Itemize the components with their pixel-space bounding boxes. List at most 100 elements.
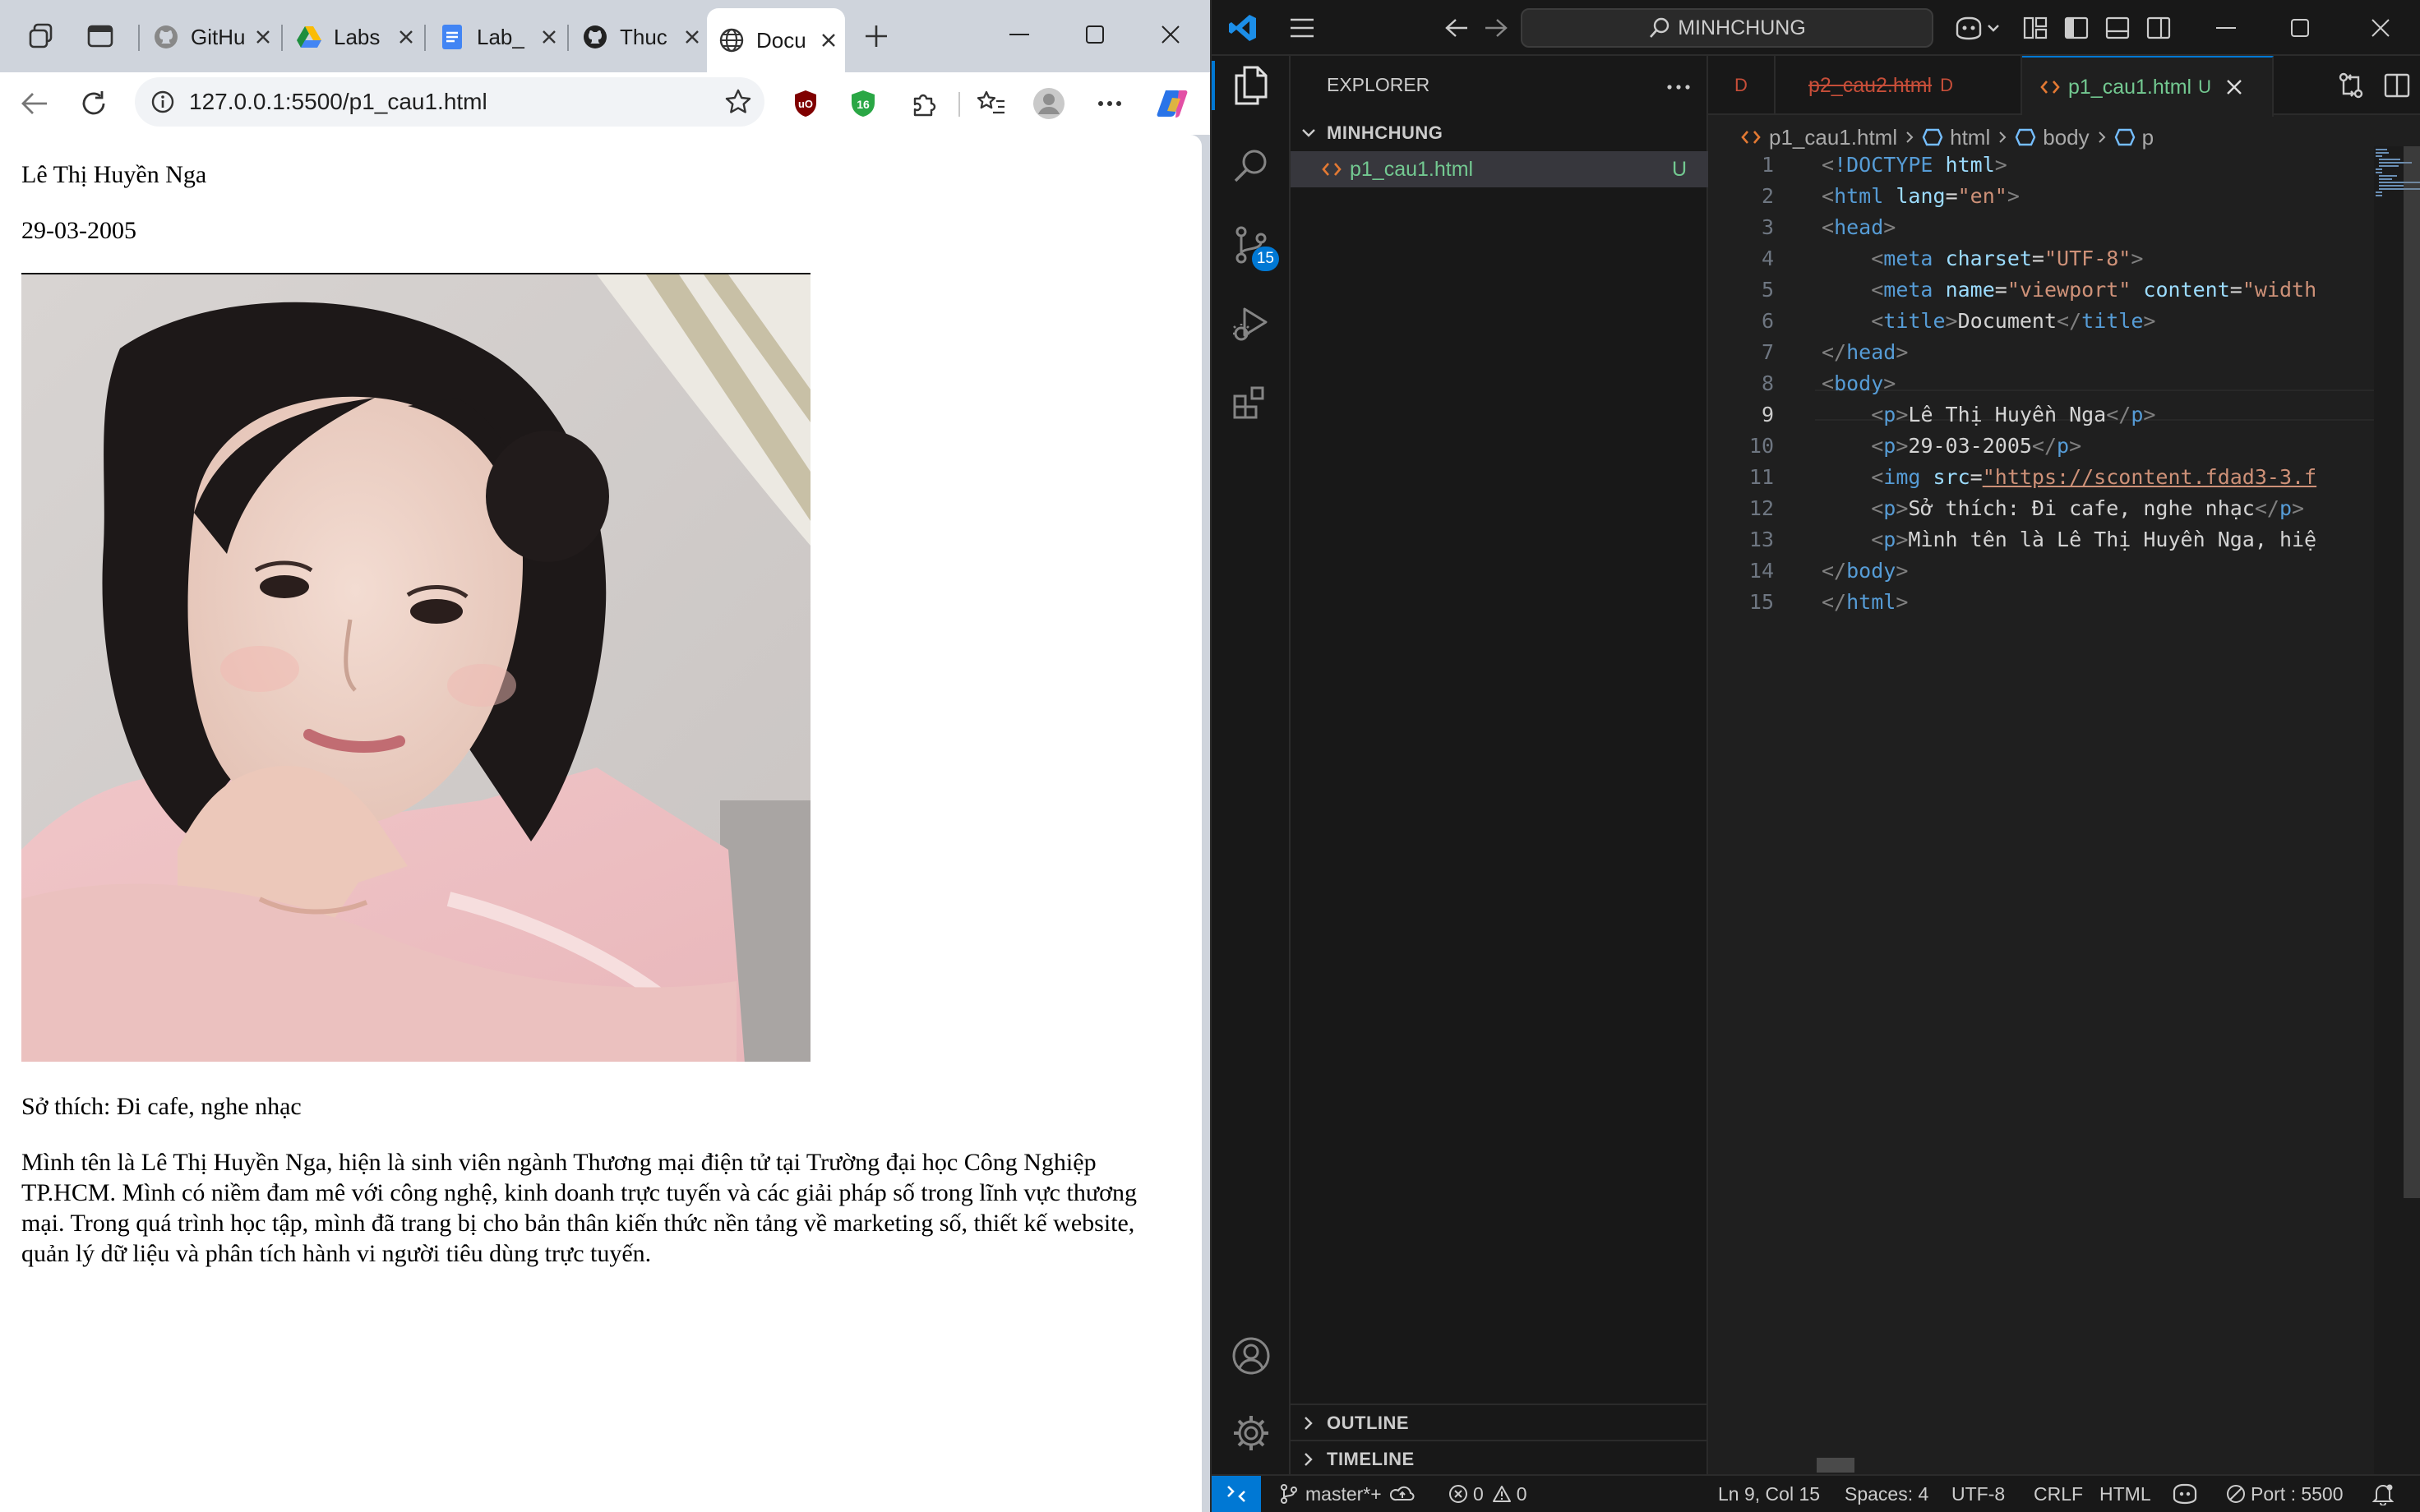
favorite-star-icon[interactable]	[717, 81, 760, 123]
no-entry-icon	[2227, 1485, 2245, 1503]
run-debug-icon[interactable]	[1212, 284, 1291, 363]
info-icon[interactable]	[146, 85, 179, 118]
extensions-icon[interactable]	[1212, 363, 1291, 442]
line-number: 13	[1748, 528, 1774, 551]
layout-customize-icon[interactable]	[2016, 8, 2055, 48]
breadcrumb-body[interactable]: body	[2043, 125, 2089, 150]
breadcrumb-p[interactable]: p	[2142, 125, 2154, 150]
indentation-status[interactable]: Spaces: 4	[1845, 1476, 1928, 1512]
maximize-icon[interactable]	[1057, 0, 1133, 69]
close-window-icon[interactable]	[2361, 8, 2400, 48]
breadcrumb-file[interactable]: p1_cau1.html	[1769, 125, 1897, 150]
address-bar[interactable]: 127.0.0.1:5500/p1_cau1.html	[135, 77, 764, 127]
toggle-primary-sidebar-icon[interactable]	[2057, 8, 2096, 48]
editor-tab-p2-cau2[interactable]: p2_cau2.html D	[1776, 56, 2022, 115]
minimize-icon[interactable]	[981, 0, 1057, 69]
editor-tab-deleted[interactable]: D	[1708, 56, 1776, 115]
close-icon[interactable]	[390, 21, 423, 53]
vertical-tabs-icon[interactable]	[79, 15, 122, 58]
globe-icon	[718, 27, 745, 53]
new-tab-plus-icon[interactable]	[855, 15, 898, 58]
browser-tab-lab-doc[interactable]: Lab_	[427, 12, 566, 62]
extensions-puzzle-icon[interactable]	[903, 82, 945, 125]
browser-tab-github[interactable]: GitHub	[141, 12, 279, 62]
cursor-position[interactable]: Ln 9, Col 15	[1718, 1476, 1820, 1512]
cloud-sync-icon[interactable]	[1389, 1485, 1415, 1503]
git-branch-icon	[1281, 1484, 1297, 1504]
folder-section-minhchung[interactable]: MINHCHUNG	[1291, 115, 1708, 151]
go-forward-icon[interactable]	[1476, 8, 1516, 48]
problems-status[interactable]: 0 0	[1448, 1476, 1527, 1512]
accounts-icon[interactable]	[1212, 1316, 1291, 1395]
tab-status: U	[2198, 76, 2211, 97]
extension-badge: 16	[857, 98, 870, 111]
breadcrumb-html[interactable]: html	[1950, 125, 1990, 150]
horizontal-scrollbar-thumb[interactable]	[1817, 1458, 1854, 1473]
language-mode-status[interactable]: HTML	[2099, 1476, 2151, 1512]
code-text-dob: 29-03-2005	[1908, 434, 2032, 458]
google-docs-icon	[439, 24, 465, 50]
more-actions-icon[interactable]	[1662, 71, 1695, 104]
toggle-secondary-sidebar-icon[interactable]	[2139, 8, 2178, 48]
code-editor[interactable]: 1 2 3 4 5 6 7 8 9 10 11 12 13 14 15 <!DO…	[1708, 150, 2420, 741]
go-back-icon[interactable]	[1437, 8, 1476, 48]
shield-extension-icon[interactable]: 16	[842, 82, 884, 125]
copilot-menu-icon[interactable]	[1948, 8, 2006, 48]
line-number-current: 9	[1761, 403, 1774, 426]
outline-section[interactable]: OUTLINE	[1291, 1405, 1708, 1441]
code-line: <meta name="viewport" content="width	[1871, 278, 2317, 302]
workspaces-icon[interactable]	[20, 15, 62, 58]
maximize-icon[interactable]	[2280, 8, 2320, 48]
line-number: 8	[1761, 371, 1774, 395]
compare-changes-icon[interactable]	[2333, 67, 2369, 104]
split-editor-icon[interactable]	[2379, 67, 2415, 104]
chevron-right-icon	[1905, 131, 1914, 144]
code-img-url[interactable]: "https://scontent.fdad3-3.f	[1983, 465, 2316, 489]
refresh-icon[interactable]	[72, 82, 115, 125]
settings-gear-icon[interactable]	[1212, 1394, 1291, 1473]
profile-avatar[interactable]	[1028, 82, 1070, 125]
editor-vertical-scrollbar[interactable]	[2404, 146, 2420, 1198]
line-number: 3	[1761, 215, 1774, 239]
browser-tab-thuc[interactable]: Thuc	[570, 12, 709, 62]
back-arrow-icon[interactable]	[13, 82, 56, 125]
line-number: 5	[1761, 278, 1774, 302]
code-line: </head>	[1822, 340, 1909, 364]
favorites-collection-icon[interactable]	[970, 82, 1013, 125]
toggle-panel-icon[interactable]	[2098, 8, 2137, 48]
encoding-status[interactable]: UTF-8	[1951, 1476, 2005, 1512]
notifications-bell-icon[interactable]	[2372, 1476, 2394, 1512]
browser-tab-labs[interactable]: Labs	[284, 12, 423, 62]
browser-tab-document-active[interactable]: Docu	[707, 8, 845, 72]
copilot-status-icon[interactable]	[2172, 1476, 2198, 1512]
eol-status[interactable]: CRLF	[2034, 1476, 2083, 1512]
close-window-icon[interactable]	[1133, 0, 1208, 69]
timeline-section[interactable]: TIMELINE	[1291, 1441, 1708, 1477]
ublock-origin-icon[interactable]: uO	[784, 82, 827, 125]
editor-tab-p1-cau1-active[interactable]: p1_cau1.html U	[2022, 56, 2274, 117]
file-name: p1_cau1.html	[1350, 157, 1474, 181]
command-center-search[interactable]: MINHCHUNG	[1521, 8, 1933, 48]
close-icon[interactable]	[812, 24, 845, 57]
branch-name: master*+	[1305, 1482, 1382, 1505]
tab-status: D	[1734, 75, 1748, 95]
git-branch-status[interactable]: master*+	[1279, 1476, 1415, 1512]
close-icon[interactable]	[2226, 79, 2242, 95]
close-icon[interactable]	[676, 21, 709, 53]
live-server-port-status[interactable]: Port : 5500	[2226, 1476, 2344, 1512]
more-options-icon[interactable]	[1088, 82, 1131, 125]
menu-hamburger-icon[interactable]	[1282, 8, 1322, 48]
status-bar: master*+ 0 0 Ln 9, Col 15 Spaces: 4 UTF-…	[1212, 1474, 2420, 1512]
source-control-icon[interactable]: 15	[1212, 205, 1291, 284]
browser-tab-label: Lab_	[477, 24, 524, 49]
explorer-file-p1-cau1[interactable]: p1_cau1.html U	[1291, 151, 1708, 187]
minimize-icon[interactable]	[2206, 8, 2246, 48]
line-number: 12	[1748, 496, 1774, 520]
search-icon[interactable]	[1212, 127, 1291, 205]
remote-indicator-icon[interactable]	[1212, 1476, 1261, 1512]
close-icon[interactable]	[247, 21, 279, 53]
svg-text:uO: uO	[798, 98, 813, 110]
close-icon[interactable]	[533, 21, 566, 53]
explorer-files-icon[interactable]	[1212, 46, 1291, 125]
copilot-icon[interactable]	[1151, 82, 1194, 125]
